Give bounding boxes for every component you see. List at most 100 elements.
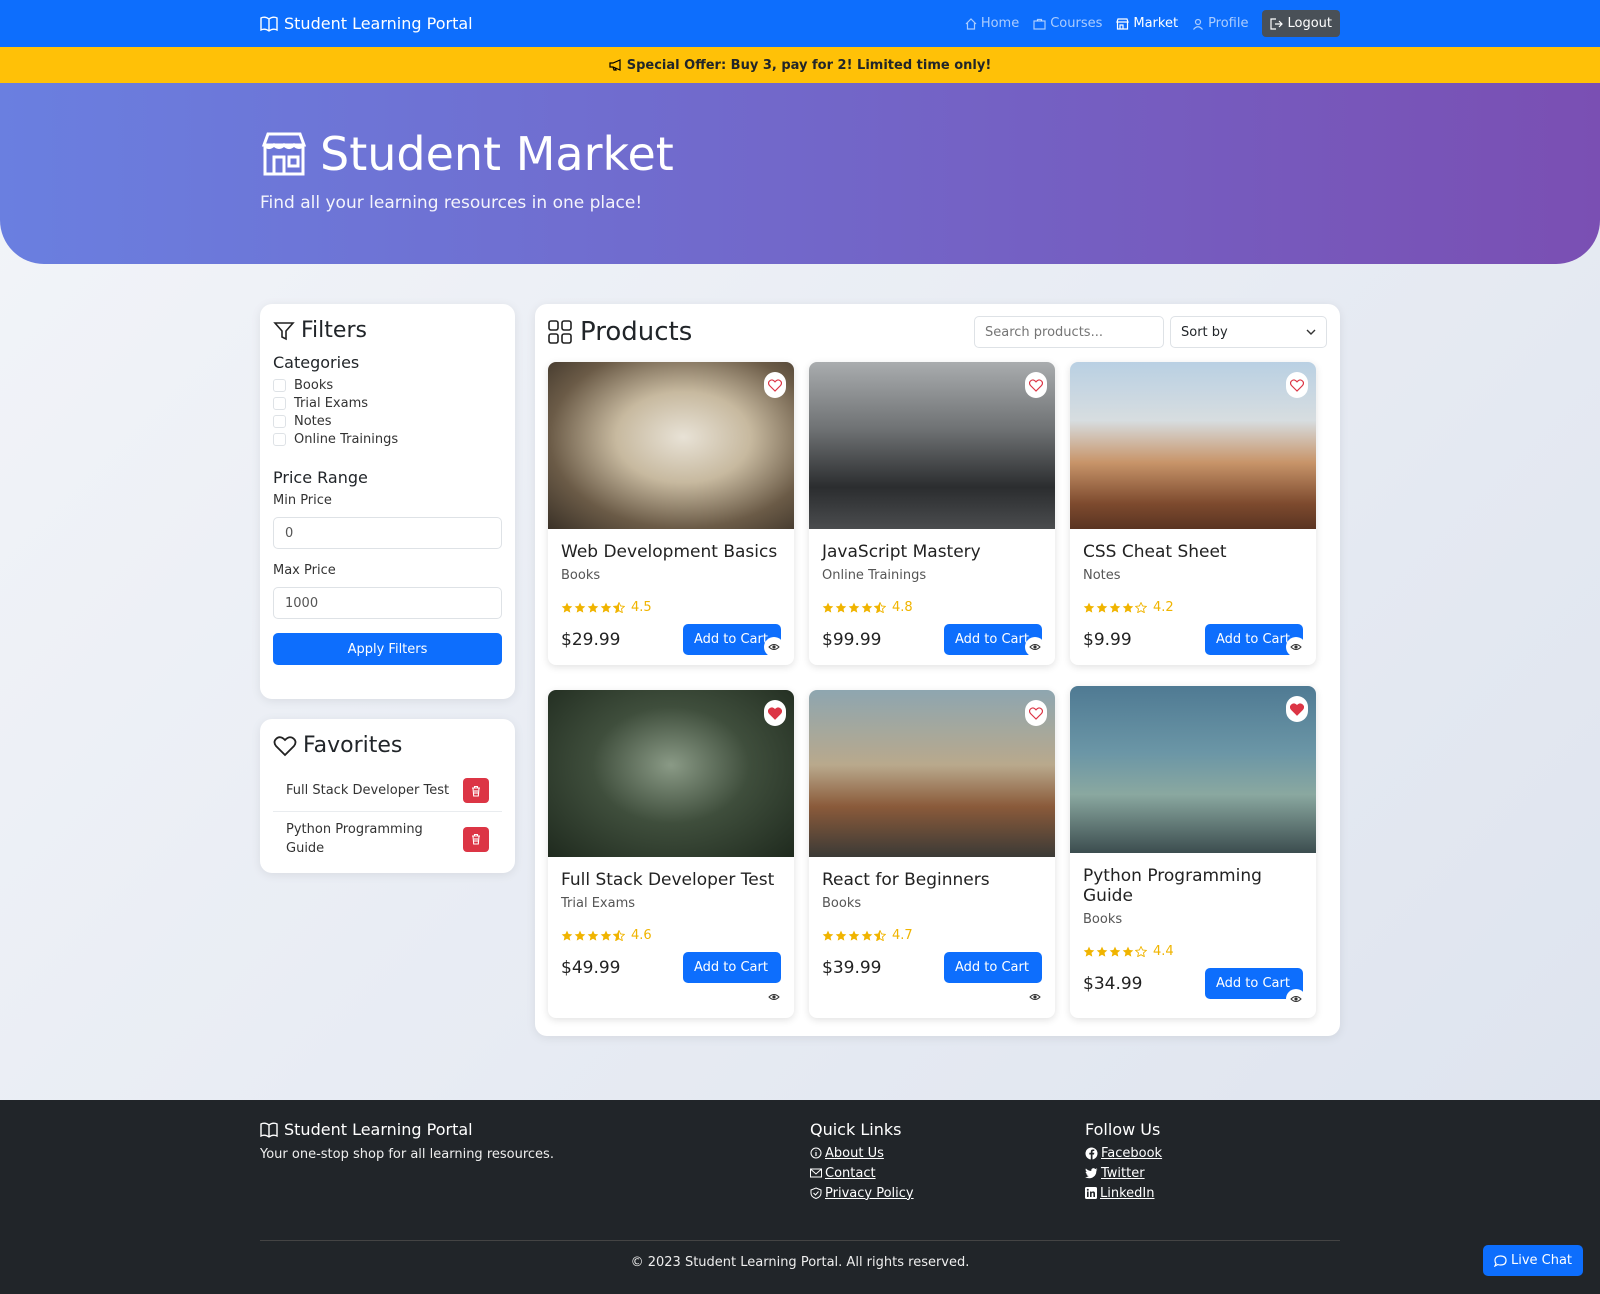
- product-price: $39.99: [822, 957, 882, 978]
- footer: Student Learning Portal Your one-stop sh…: [0, 1100, 1600, 1294]
- link-contact[interactable]: Contact: [810, 1165, 914, 1181]
- category-books[interactable]: Books: [273, 377, 502, 393]
- product-name: Web Development Basics: [561, 542, 778, 562]
- quick-view-button[interactable]: [1025, 637, 1045, 657]
- star-icon: [1109, 602, 1121, 613]
- category-trial-exams[interactable]: Trial Exams: [273, 395, 502, 411]
- stars: [1083, 602, 1148, 613]
- link-label: Facebook: [1101, 1145, 1163, 1161]
- category-online-trainings[interactable]: Online Trainings: [273, 431, 502, 447]
- product-image[interactable]: [809, 362, 1055, 529]
- eye-icon: [1290, 643, 1302, 651]
- category-label: Trial Exams: [294, 395, 369, 411]
- favorites-list: Full Stack Developer Test Python Program…: [273, 770, 502, 866]
- heart-filled-icon: [1290, 702, 1304, 716]
- link-privacy-policy[interactable]: Privacy Policy: [810, 1185, 914, 1201]
- footer-follow: Follow Us Facebook Twitter LinkedIn: [1085, 1120, 1162, 1201]
- eye-icon: [768, 643, 780, 651]
- facebook-icon: [1085, 1147, 1098, 1160]
- live-chat-button[interactable]: Live Chat: [1483, 1245, 1583, 1276]
- link-twitter[interactable]: Twitter: [1085, 1165, 1162, 1181]
- product-grid: Web Development Basics Books 4.5 $29.99 …: [548, 362, 1327, 1022]
- quick-view-button[interactable]: [1286, 989, 1306, 1009]
- checkbox[interactable]: [273, 378, 286, 392]
- product-body: JavaScript Mastery Online Trainings 4.8 …: [809, 529, 1055, 665]
- product-card: Web Development Basics Books 4.5 $29.99 …: [548, 362, 794, 665]
- nav-market[interactable]: Market: [1116, 16, 1178, 31]
- checkbox[interactable]: [273, 432, 286, 446]
- product-body: Full Stack Developer Test Trial Exams 4.…: [548, 857, 794, 993]
- product-image[interactable]: [809, 690, 1055, 857]
- heart-icon: [273, 735, 297, 757]
- stars: [1083, 946, 1148, 957]
- favorite-toggle[interactable]: [1025, 700, 1047, 726]
- add-to-cart-button[interactable]: Add to Cart: [683, 952, 781, 983]
- star-icon: [874, 602, 886, 613]
- favorite-toggle[interactable]: [1286, 696, 1308, 722]
- star-icon: [1109, 946, 1121, 957]
- link-linkedin[interactable]: LinkedIn: [1085, 1185, 1162, 1201]
- sort-select[interactable]: Sort by: [1170, 316, 1327, 348]
- chevron-down-icon: [1306, 329, 1316, 335]
- apply-filters-button[interactable]: Apply Filters: [273, 633, 502, 665]
- price-row: $39.99 Add to Cart: [822, 952, 1042, 983]
- shop-icon: [1116, 17, 1130, 30]
- checkbox[interactable]: [273, 414, 286, 428]
- price-row: $9.99 Add to Cart: [1083, 624, 1303, 655]
- product-price: $9.99: [1083, 629, 1132, 650]
- nav-profile[interactable]: Profile: [1192, 16, 1248, 31]
- favorite-toggle[interactable]: [764, 372, 786, 398]
- star-icon: [822, 930, 834, 941]
- remove-favorite-button[interactable]: [463, 826, 489, 852]
- favorite-toggle[interactable]: [1286, 372, 1308, 398]
- quick-view-button[interactable]: [764, 987, 784, 1007]
- link-facebook[interactable]: Facebook: [1085, 1145, 1162, 1161]
- product-rating: 4.8: [822, 600, 1042, 615]
- remove-favorite-button[interactable]: [463, 778, 489, 803]
- footer-tagline: Your one-stop shop for all learning reso…: [260, 1147, 554, 1162]
- star-icon: [861, 930, 873, 941]
- search-input[interactable]: [974, 316, 1164, 348]
- stars: [822, 602, 887, 613]
- logout-icon: [1270, 17, 1284, 30]
- product-name: React for Beginners: [822, 870, 990, 890]
- price-row: $34.99 Add to Cart: [1083, 968, 1303, 999]
- logout-button[interactable]: Logout: [1262, 10, 1340, 37]
- checkbox[interactable]: [273, 396, 286, 410]
- product-image[interactable]: [548, 690, 794, 857]
- nav-home[interactable]: Home: [965, 16, 1019, 31]
- brand[interactable]: Student Learning Portal: [260, 14, 473, 33]
- category-label: Books: [294, 377, 334, 393]
- trash-icon: [471, 833, 481, 845]
- trash-icon: [471, 785, 481, 797]
- quick-view-button[interactable]: [1286, 637, 1306, 657]
- category-notes[interactable]: Notes: [273, 414, 502, 429]
- favorite-toggle[interactable]: [1025, 372, 1047, 398]
- max-price-input[interactable]: [273, 587, 502, 619]
- quick-view-button[interactable]: [1025, 987, 1045, 1007]
- link-label: Contact: [825, 1165, 876, 1181]
- product-image[interactable]: [1070, 686, 1316, 853]
- link-about-us[interactable]: About Us: [810, 1145, 914, 1161]
- add-to-cart-button[interactable]: Add to Cart: [944, 952, 1042, 983]
- product-body: Web Development Basics Books 4.5 $29.99 …: [548, 529, 794, 665]
- product-card: Full Stack Developer Test Trial Exams 4.…: [548, 690, 794, 1018]
- stars: [561, 602, 626, 613]
- star-icon: [1135, 946, 1147, 957]
- category-label: Online Trainings: [294, 431, 399, 447]
- nav-courses[interactable]: Courses: [1033, 16, 1102, 31]
- page-subtitle: Find all your learning resources in one …: [260, 193, 643, 213]
- funnel-icon: [273, 320, 295, 342]
- min-price-input[interactable]: [273, 517, 502, 549]
- link-label: Twitter: [1101, 1165, 1145, 1181]
- product-image[interactable]: [1070, 362, 1316, 529]
- footer-about: Student Learning Portal Your one-stop sh…: [260, 1120, 554, 1162]
- product-image[interactable]: [548, 362, 794, 529]
- link-label: Privacy Policy: [825, 1185, 914, 1201]
- favorite-toggle[interactable]: [764, 700, 786, 726]
- star-icon: [1135, 602, 1147, 613]
- quick-view-button[interactable]: [764, 637, 784, 657]
- product-category: Books: [561, 568, 601, 583]
- nav-profile-label: Profile: [1208, 16, 1249, 31]
- person-icon: [1192, 18, 1204, 30]
